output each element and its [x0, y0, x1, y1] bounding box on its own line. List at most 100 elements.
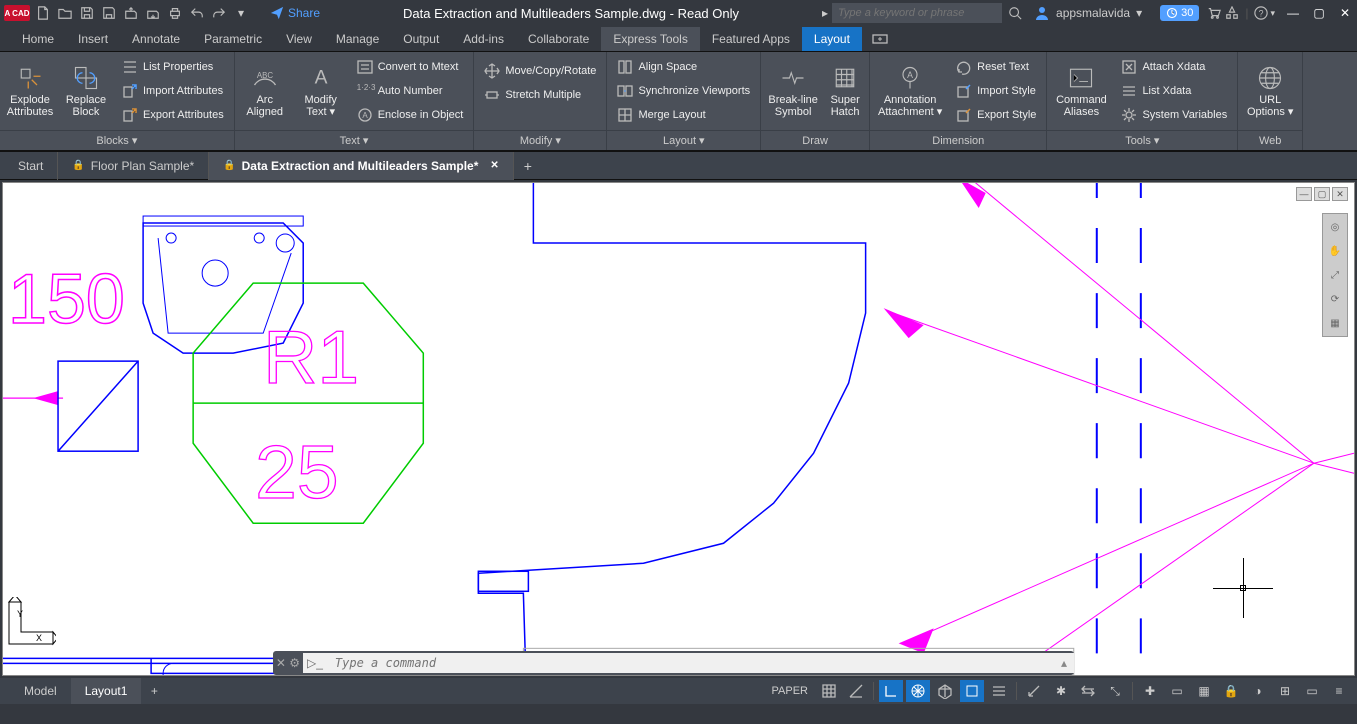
auto-scale-icon[interactable]: [1076, 680, 1100, 702]
paper-toggle[interactable]: PAPER: [766, 685, 814, 697]
search-icon[interactable]: [1006, 4, 1024, 22]
orbit-icon[interactable]: ⟳: [1326, 290, 1344, 308]
trial-badge[interactable]: 30: [1160, 5, 1199, 21]
panel-title-tools[interactable]: Tools ▾: [1047, 130, 1237, 150]
export-attributes-button[interactable]: Export Attributes: [118, 104, 228, 126]
tab-featured-apps[interactable]: Featured Apps: [700, 27, 802, 51]
annotation-scale-icon[interactable]: [1022, 680, 1046, 702]
grid-toggle-icon[interactable]: [817, 680, 841, 702]
import-style-button[interactable]: Import Style: [952, 80, 1040, 102]
convert-to-mtext-button[interactable]: Convert to Mtext: [353, 56, 468, 78]
tab-layout[interactable]: Layout: [802, 27, 862, 51]
search-caret-icon[interactable]: ▸: [822, 6, 828, 20]
ribbon-minimize-icon[interactable]: [868, 29, 892, 51]
attach-xdata-button[interactable]: Attach Xdata: [1117, 56, 1231, 78]
tab-express-tools[interactable]: Express Tools: [601, 27, 699, 51]
help-icon[interactable]: ?: [1252, 4, 1270, 22]
export-style-button[interactable]: Export Style: [952, 104, 1040, 126]
snap-toggle-icon[interactable]: [844, 680, 868, 702]
search-input[interactable]: [832, 3, 1002, 23]
tab-insert[interactable]: Insert: [66, 27, 120, 51]
close-button[interactable]: ✕: [1337, 6, 1353, 20]
polar-toggle-icon[interactable]: [906, 680, 930, 702]
cmdline-expand-icon[interactable]: ▴: [1054, 653, 1074, 673]
qat-dropdown-icon[interactable]: ▾: [232, 4, 250, 22]
scale-list-icon[interactable]: ⤡: [1103, 680, 1127, 702]
system-variables-button[interactable]: System Variables: [1117, 104, 1231, 126]
tab-parametric[interactable]: Parametric: [192, 27, 274, 51]
add-layout-button[interactable]: +: [141, 684, 167, 698]
plot-icon[interactable]: [166, 4, 184, 22]
units-icon[interactable]: ▭: [1165, 680, 1189, 702]
annotation-visibility-icon[interactable]: ✱: [1049, 680, 1073, 702]
lock-ui-icon[interactable]: 🔒: [1219, 680, 1243, 702]
redo-icon[interactable]: [210, 4, 228, 22]
panel-title-text[interactable]: Text ▾: [235, 130, 474, 150]
undo-icon[interactable]: [188, 4, 206, 22]
arc-aligned-button[interactable]: ABC ArcAligned: [237, 54, 293, 128]
new-icon[interactable]: [34, 4, 52, 22]
auto-number-button[interactable]: 1·2·3Auto Number: [353, 80, 468, 102]
drawing-canvas[interactable]: 150 R1 25 — ▢ ✕ ◎ ✋ ⤢ ⟳ ▦: [2, 182, 1355, 676]
pan-icon[interactable]: ✋: [1326, 242, 1344, 260]
max-viewport-icon[interactable]: ▢: [1314, 187, 1330, 201]
web-open-icon[interactable]: [122, 4, 140, 22]
hardware-accel-icon[interactable]: ⊞: [1273, 680, 1297, 702]
explode-attributes-button[interactable]: ExplodeAttributes: [2, 54, 58, 128]
web-save-icon[interactable]: [144, 4, 162, 22]
doc-tab-start[interactable]: Start: [4, 152, 58, 180]
ortho-toggle-icon[interactable]: [879, 680, 903, 702]
panel-title-layout[interactable]: Layout ▾: [607, 130, 760, 150]
tab-annotate[interactable]: Annotate: [120, 27, 192, 51]
share-button[interactable]: Share: [270, 6, 320, 20]
command-aliases-button[interactable]: CommandAliases: [1049, 54, 1113, 128]
isodraft-icon[interactable]: [933, 680, 957, 702]
zoom-extents-icon[interactable]: ⤢: [1326, 266, 1344, 284]
close-viewport-icon[interactable]: ✕: [1332, 187, 1348, 201]
modify-text-button[interactable]: A ModifyText ▾: [293, 54, 349, 128]
annotation-attachment-button[interactable]: A AnnotationAttachment ▾: [872, 54, 948, 128]
cart-icon[interactable]: [1205, 4, 1223, 22]
showmotion-icon[interactable]: ▦: [1326, 314, 1344, 332]
clean-screen-icon[interactable]: ▭: [1300, 680, 1324, 702]
tab-close-icon[interactable]: ✕: [490, 160, 498, 171]
full-nav-wheel-icon[interactable]: ◎: [1326, 218, 1344, 236]
url-options-button[interactable]: URLOptions ▾: [1240, 54, 1300, 128]
minimize-button[interactable]: —: [1285, 6, 1301, 20]
doc-tab-dataextraction[interactable]: 🔒Data Extraction and Multileaders Sample…: [209, 152, 514, 180]
align-space-button[interactable]: Align Space: [613, 56, 754, 78]
lineweight-icon[interactable]: [987, 680, 1011, 702]
saveas-icon[interactable]: [100, 4, 118, 22]
merge-layout-button[interactable]: Merge Layout: [613, 104, 754, 126]
stretch-multiple-button[interactable]: Stretch Multiple: [480, 84, 600, 106]
tab-addins[interactable]: Add-ins: [451, 27, 516, 51]
app-store-icon[interactable]: [1223, 4, 1241, 22]
replace-block-button[interactable]: ReplaceBlock: [58, 54, 114, 128]
customize-status-icon[interactable]: ≡: [1327, 680, 1351, 702]
maximize-button[interactable]: ▢: [1311, 6, 1327, 20]
synchronize-viewports-button[interactable]: Synchronize Viewports: [613, 80, 754, 102]
tab-output[interactable]: Output: [391, 27, 451, 51]
super-hatch-button[interactable]: SuperHatch: [823, 54, 867, 128]
panel-title-modify[interactable]: Modify ▾: [474, 130, 606, 150]
tab-collaborate[interactable]: Collaborate: [516, 27, 601, 51]
list-xdata-button[interactable]: List Xdata: [1117, 80, 1231, 102]
doc-tab-floorplan[interactable]: 🔒Floor Plan Sample*: [58, 152, 209, 180]
new-doc-tab-button[interactable]: +: [514, 158, 542, 174]
import-attributes-button[interactable]: Import Attributes: [118, 80, 228, 102]
tab-view[interactable]: View: [274, 27, 324, 51]
quick-props-icon[interactable]: ▦: [1192, 680, 1216, 702]
tab-home[interactable]: Home: [10, 27, 66, 51]
open-icon[interactable]: [56, 4, 74, 22]
command-input[interactable]: [327, 653, 1054, 673]
user-menu[interactable]: appsmalavida ▾: [1034, 5, 1142, 21]
workspace-icon[interactable]: ✚: [1138, 680, 1162, 702]
layout-tab-layout1[interactable]: Layout1: [71, 678, 142, 704]
break-line-symbol-button[interactable]: Break-lineSymbol: [763, 54, 823, 128]
move-copy-rotate-button[interactable]: Move/Copy/Rotate: [480, 60, 600, 82]
enclose-in-object-button[interactable]: AEnclose in Object: [353, 104, 468, 126]
cmdline-handle-icon[interactable]: ✕ ⚙: [273, 656, 303, 670]
panel-title-blocks[interactable]: Blocks ▾: [0, 130, 234, 150]
min-viewport-icon[interactable]: —: [1296, 187, 1312, 201]
tab-manage[interactable]: Manage: [324, 27, 391, 51]
